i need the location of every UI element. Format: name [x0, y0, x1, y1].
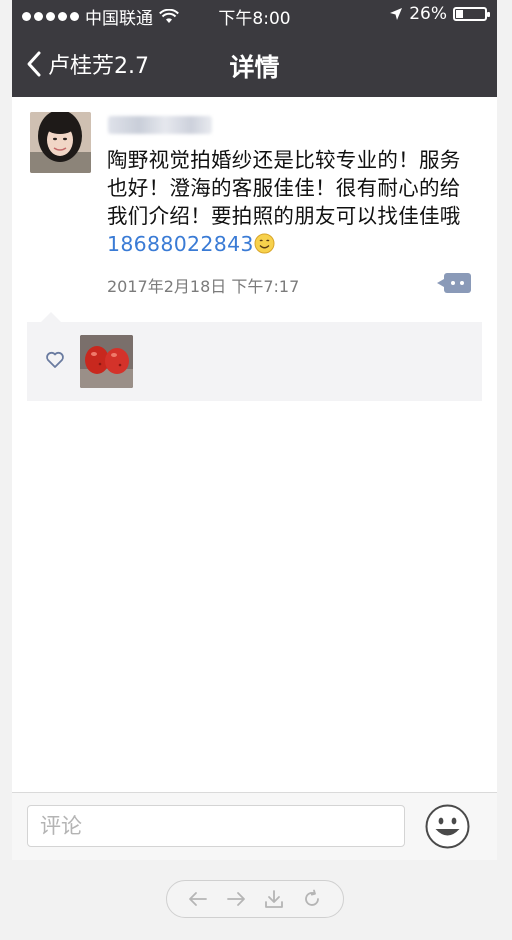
post-content: 陶野视觉拍婚纱还是比较专业的！服务也好！澄海的客服佳佳！很有耐心的给我们介绍！要… — [107, 146, 477, 258]
comment-bar — [12, 792, 497, 860]
browser-toolbar — [166, 880, 344, 918]
phone-number-link[interactable]: 18688022843 — [107, 232, 254, 256]
screen: 中国联通 下午8:00 26% 卢桂芳2.7 详情 陶野视觉拍婚纱还是比较专业的… — [12, 0, 497, 860]
heart-outline-icon[interactable] — [45, 350, 65, 370]
download-icon[interactable] — [263, 888, 285, 910]
liker-avatar-image — [80, 335, 133, 388]
arrow-right-icon[interactable] — [225, 888, 247, 910]
likes-panel — [27, 312, 482, 401]
battery-icon — [453, 7, 490, 21]
smiley-face-icon[interactable] — [425, 804, 470, 849]
refresh-icon[interactable] — [301, 888, 323, 910]
battery-percent: 26% — [409, 4, 447, 24]
page-title: 详情 — [229, 53, 280, 82]
author-avatar[interactable] — [30, 112, 91, 173]
author-name-blurred[interactable] — [108, 116, 212, 134]
comment-input[interactable] — [27, 805, 405, 847]
comment-dots-icon[interactable] — [437, 273, 471, 293]
post-timestamp: 2017年2月18日 下午7:17 — [107, 277, 300, 296]
nav-bar: 卢桂芳2.7 详情 — [12, 30, 497, 97]
battery-fill — [456, 10, 463, 18]
arrow-left-icon[interactable] — [187, 888, 209, 910]
status-right: 26% — [389, 4, 490, 24]
post-text: 陶野视觉拍婚纱还是比较专业的！服务也好！澄海的客服佳佳！很有耐心的给我们介绍！要… — [107, 148, 461, 228]
liker-avatar[interactable] — [80, 335, 133, 388]
smiley-emoji-icon — [254, 233, 275, 254]
avatar-image — [30, 112, 91, 173]
status-bar: 中国联通 下午8:00 26% — [12, 0, 497, 30]
location-arrow-icon — [390, 8, 403, 20]
